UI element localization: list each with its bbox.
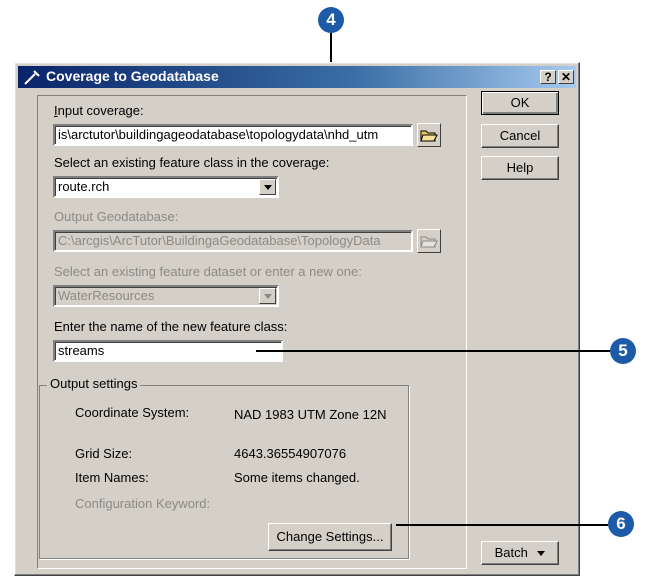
coordinate-system-value: NAD 1983 UTM Zone 12N xyxy=(234,407,387,422)
chevron-down-icon[interactable] xyxy=(259,179,276,195)
help-button[interactable]: Help xyxy=(481,156,559,180)
batch-label: Batch xyxy=(494,545,528,560)
input-coverage-field[interactable]: is\arctutor\buildingageodatabase\topolog… xyxy=(53,124,413,146)
output-gdb-field: C:\arcgis\ArcTutor\BuildingaGeodatabase\… xyxy=(53,230,413,252)
chevron-down-icon xyxy=(259,288,276,304)
open-folder-icon xyxy=(420,130,438,142)
help-icon[interactable]: ? xyxy=(540,70,556,84)
batch-button[interactable]: Batch xyxy=(481,541,559,565)
coverage-to-geodatabase-dialog: Coverage to Geodatabase ? ✕ Input covera… xyxy=(14,62,580,576)
change-settings-button[interactable]: Change Settings... xyxy=(268,523,392,551)
callout-5-leader xyxy=(256,350,610,352)
title-bar[interactable]: Coverage to Geodatabase ? ✕ xyxy=(18,66,576,88)
callout-4: 4 xyxy=(318,7,344,33)
close-icon[interactable]: ✕ xyxy=(558,70,574,84)
ok-button[interactable]: OK xyxy=(481,91,559,115)
grid-size-label: Grid Size: xyxy=(75,446,133,461)
open-folder-icon xyxy=(420,236,438,248)
wand-icon xyxy=(24,70,40,85)
item-names-value: Some items changed. xyxy=(234,470,360,485)
feature-class-dropdown[interactable]: route.rch xyxy=(53,176,279,198)
callout-6: 6 xyxy=(608,511,634,537)
grid-size-value: 4643.36554907076 xyxy=(234,446,347,461)
browse-input-button[interactable] xyxy=(417,123,441,147)
feature-class-value: route.rch xyxy=(58,179,110,194)
feature-dataset-dropdown: WaterResources xyxy=(53,285,279,307)
browse-output-button xyxy=(417,229,441,253)
new-feature-class-label: Enter the name of the new feature class: xyxy=(54,319,288,334)
chevron-down-icon xyxy=(537,551,546,557)
cancel-button[interactable]: Cancel xyxy=(481,124,559,148)
callout-5: 5 xyxy=(610,338,636,364)
item-names-label: Item Names: xyxy=(75,470,149,485)
window-title: Coverage to Geodatabase xyxy=(46,68,219,84)
feature-dataset-label: Select an existing feature dataset or en… xyxy=(54,264,362,279)
input-coverage-label: Input coverage: xyxy=(54,103,144,118)
coordinate-system-label: Coordinate System: xyxy=(75,405,190,420)
output-settings-label: Output settings xyxy=(47,376,141,391)
configuration-keyword-label: Configuration Keyword: xyxy=(75,496,211,511)
output-gdb-label: Output Geodatabase: xyxy=(54,209,179,224)
new-feature-class-input[interactable]: streams xyxy=(53,340,283,362)
feature-dataset-value: WaterResources xyxy=(58,288,155,303)
feature-class-label: Select an existing feature class in the … xyxy=(54,155,330,170)
callout-6-leader xyxy=(396,524,608,526)
